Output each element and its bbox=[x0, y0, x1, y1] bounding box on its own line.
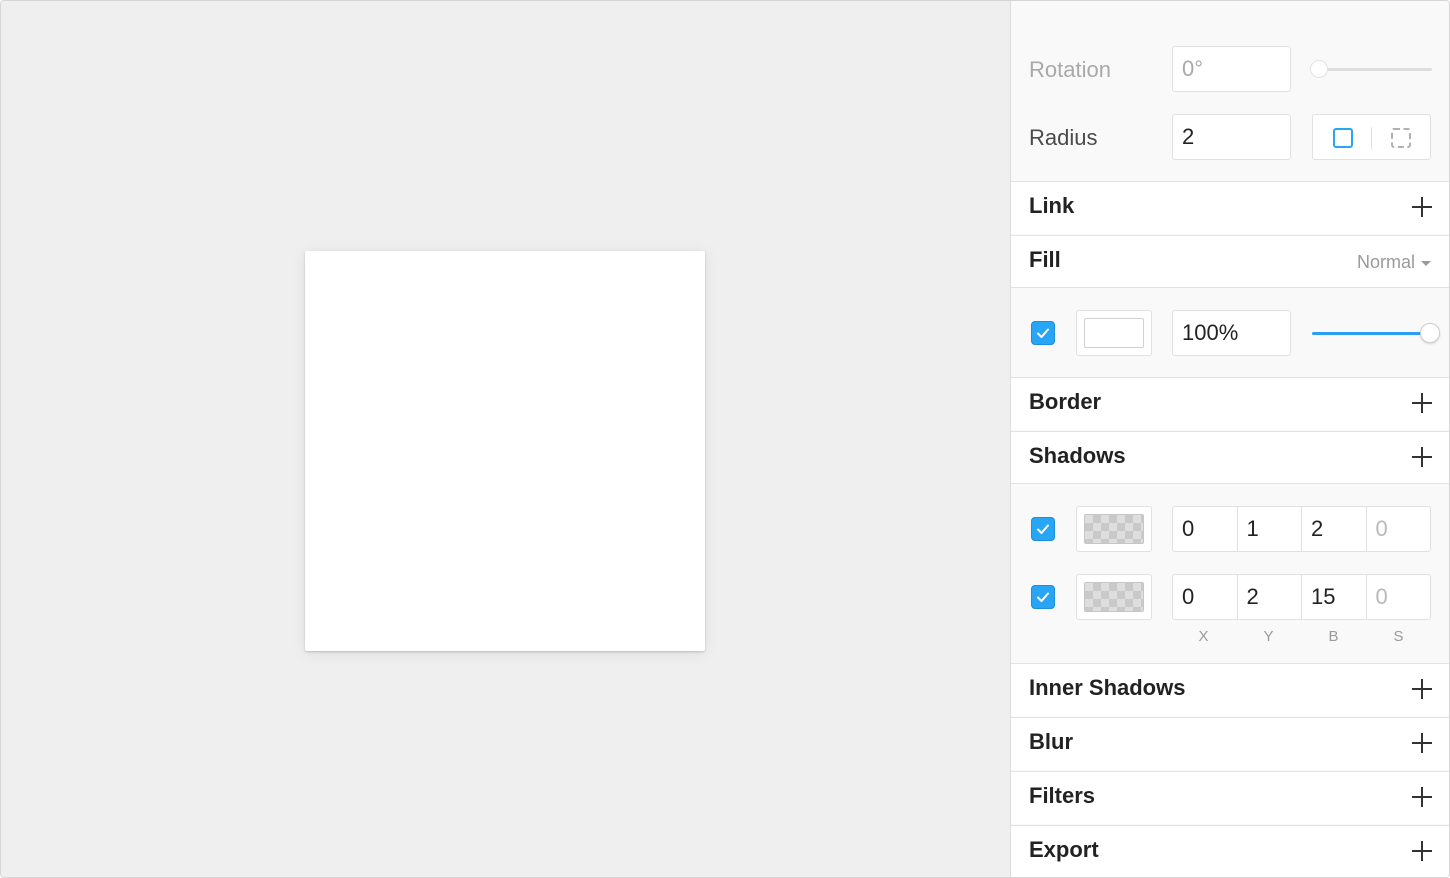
inspector-panel: Rotation 0° Radius 2 Link Fill Normal 10… bbox=[1010, 1, 1449, 877]
radius-input[interactable]: 2 bbox=[1172, 114, 1291, 160]
inner-shadows-section-header: Inner Shadows bbox=[1011, 664, 1449, 716]
plus-icon[interactable] bbox=[1411, 732, 1433, 754]
rotation-slider-knob[interactable] bbox=[1310, 60, 1328, 78]
shadow-1-spread-input[interactable]: 0 bbox=[1367, 507, 1431, 551]
shadow-1-y-input[interactable]: 1 bbox=[1238, 507, 1302, 551]
axis-label-s: S bbox=[1393, 628, 1405, 645]
shadow-2-enabled-checkbox[interactable] bbox=[1031, 585, 1055, 609]
link-title: Link bbox=[1029, 193, 1075, 218]
plus-icon[interactable] bbox=[1411, 196, 1433, 218]
border-section-header: Border bbox=[1011, 378, 1449, 430]
blur-title: Blur bbox=[1029, 729, 1073, 754]
shadows-section-header: Shadows bbox=[1011, 432, 1449, 484]
shadow-2-color-swatch[interactable] bbox=[1076, 574, 1152, 620]
fill-opacity-input[interactable]: 100% bbox=[1172, 310, 1291, 356]
shadow-2-values: 0 2 15 0 bbox=[1172, 574, 1431, 620]
corner-mode-toggle bbox=[1312, 114, 1431, 160]
shadow-1-color-preview bbox=[1084, 514, 1144, 544]
divider bbox=[1011, 483, 1449, 484]
fill-opacity-slider-fill bbox=[1312, 332, 1424, 335]
axis-label-x: X bbox=[1198, 628, 1210, 645]
app-window: Rotation 0° Radius 2 Link Fill Normal 10… bbox=[0, 0, 1450, 878]
shadow-1-enabled-checkbox[interactable] bbox=[1031, 517, 1055, 541]
fill-opacity-slider-knob[interactable] bbox=[1420, 323, 1440, 343]
shadows-title: Shadows bbox=[1029, 443, 1126, 468]
link-section-header: Link bbox=[1011, 182, 1449, 234]
blend-mode-dropdown[interactable]: Normal bbox=[1357, 252, 1431, 273]
plus-icon[interactable] bbox=[1411, 446, 1433, 468]
canvas[interactable] bbox=[1, 1, 1010, 877]
toggle-divider bbox=[1371, 127, 1372, 149]
radius-label: Radius bbox=[1029, 125, 1098, 150]
rounded-square-icon[interactable] bbox=[1333, 128, 1353, 148]
dashed-corners-icon[interactable] bbox=[1391, 128, 1411, 148]
shadow-2-spread-input[interactable]: 0 bbox=[1367, 575, 1431, 619]
shadow-1-blur-input[interactable]: 2 bbox=[1302, 507, 1367, 551]
export-title: Export bbox=[1029, 837, 1099, 862]
border-title: Border bbox=[1029, 389, 1102, 414]
shadow-2-color-preview bbox=[1084, 582, 1144, 612]
chevron-down-icon bbox=[1421, 260, 1431, 266]
axis-label-y: Y bbox=[1263, 628, 1275, 645]
shadow-2-blur-input[interactable]: 15 bbox=[1302, 575, 1367, 619]
fill-color-swatch[interactable] bbox=[1076, 310, 1152, 356]
axis-label-b: B bbox=[1328, 628, 1340, 645]
fill-enabled-checkbox[interactable] bbox=[1031, 321, 1055, 345]
blur-section-header: Blur bbox=[1011, 718, 1449, 770]
shadow-1-values: 0 1 2 0 bbox=[1172, 506, 1431, 552]
rotation-input[interactable]: 0° bbox=[1172, 46, 1291, 92]
plus-icon[interactable] bbox=[1411, 840, 1433, 862]
checkmark-icon bbox=[1037, 524, 1049, 534]
fill-section-header: Fill Normal bbox=[1011, 236, 1449, 288]
export-section-header: Export bbox=[1011, 826, 1449, 877]
checkmark-icon bbox=[1037, 592, 1049, 602]
blend-mode-label: Normal bbox=[1356, 252, 1415, 272]
shadow-2-y-input[interactable]: 2 bbox=[1238, 575, 1302, 619]
inner-shadows-title: Inner Shadows bbox=[1029, 675, 1186, 700]
filters-title: Filters bbox=[1029, 783, 1096, 808]
selected-rectangle[interactable] bbox=[305, 251, 705, 651]
shadow-1-x-input[interactable]: 0 bbox=[1173, 507, 1238, 551]
shadow-2-x-input[interactable]: 0 bbox=[1173, 575, 1238, 619]
fill-color-preview bbox=[1084, 318, 1144, 348]
plus-icon[interactable] bbox=[1411, 392, 1433, 414]
rotation-label: Rotation bbox=[1029, 57, 1111, 82]
plus-icon[interactable] bbox=[1411, 786, 1433, 808]
shadow-1-color-swatch[interactable] bbox=[1076, 506, 1152, 552]
fill-title: Fill bbox=[1029, 247, 1061, 272]
rotation-slider[interactable] bbox=[1312, 68, 1432, 71]
plus-icon[interactable] bbox=[1411, 678, 1433, 700]
divider bbox=[1011, 287, 1449, 288]
filters-section-header: Filters bbox=[1011, 772, 1449, 824]
checkmark-icon bbox=[1037, 328, 1049, 338]
